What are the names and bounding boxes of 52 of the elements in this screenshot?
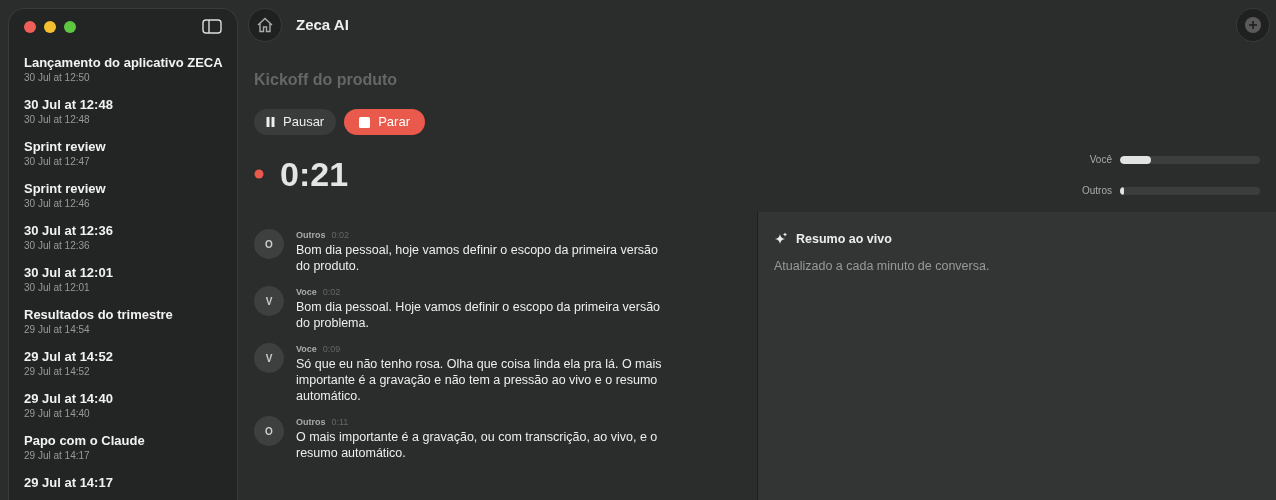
session-title[interactable]: Resultados do trimestre — [24, 306, 222, 323]
session-title[interactable]: 30 Jul at 12:36 — [24, 222, 222, 239]
message-text: Só que eu não tenho rosa. Olha que coisa linda ela pra lá. O mais importante é a gravação e não tem a pressão ao vivo e o resumo automático. — [296, 356, 663, 404]
speaker-name: Outros — [296, 417, 326, 427]
add-button[interactable] — [1236, 8, 1270, 42]
session-title[interactable]: 30 Jul at 12:01 — [24, 264, 222, 281]
pause-button[interactable]: Pausar — [254, 109, 337, 135]
session-date: 30 Jul at 12:47 — [24, 155, 91, 168]
avatar: O — [254, 229, 284, 259]
recording-dot-icon — [254, 169, 264, 179]
speaker-name: Voce — [296, 344, 317, 354]
meter-label: Você — [1088, 153, 1112, 167]
session-date: 30 Jul at 12:46 — [24, 197, 91, 210]
session-date: 29 Jul at 14:52 — [24, 365, 91, 378]
meter-label: Outros — [1081, 184, 1112, 198]
session-title[interactable]: Lançamento do aplicativo ZECA — [24, 54, 222, 71]
message-text: O mais importante é a gravação, ou com transcrição, ao vivo, e o resumo automático. — [296, 429, 659, 461]
session-date: 30 Jul at 12:36 — [24, 239, 91, 252]
session-date: 29 Jul at 14:54 — [24, 323, 91, 336]
stop-icon — [359, 116, 371, 128]
timer: 0:21 — [280, 157, 349, 191]
message-text: Bom dia pessoal, hoje vamos definir o escopo da primeira versão do produto. — [296, 242, 659, 274]
session-title[interactable]: Sprint review — [24, 180, 222, 197]
summary-subtitle: Atualizado a cada minuto de conversa. — [774, 257, 991, 275]
minimize-button[interactable] — [44, 20, 56, 33]
session-date: 29 Jul at 14:40 — [24, 407, 91, 420]
message-text: Bom dia pessoal. Hoje vamos definir o escopo da primeira versão do problema. — [296, 299, 662, 331]
pause-icon — [266, 117, 275, 127]
session-title[interactable]: 29 Jul at 14:40 — [24, 390, 222, 407]
session-title[interactable]: 29 Jul at 14:17 — [24, 474, 222, 491]
session-title[interactable]: 29 Jul at 14:52 — [24, 348, 222, 365]
avatar: O — [254, 416, 284, 446]
home-button[interactable] — [248, 8, 282, 42]
meeting-title: Kickoff do produto — [254, 70, 399, 90]
avatar: V — [254, 286, 284, 316]
home-icon — [256, 16, 274, 34]
app-title: Zeca AI — [296, 14, 349, 35]
session-title[interactable]: Sprint review — [24, 138, 222, 155]
speaker-name: Voce — [296, 287, 317, 297]
zoom-button[interactable] — [64, 20, 76, 33]
session-title[interactable]: Papo com o Claude — [24, 432, 222, 449]
avatar: V — [254, 343, 284, 373]
session-title[interactable]: 30 Jul at 12:48 — [24, 96, 222, 113]
session-date: 29 Jul at 14:17 — [24, 449, 91, 462]
speaker-name: Outros — [296, 230, 326, 240]
sidebar-toggle-icon[interactable] — [202, 19, 222, 34]
close-button[interactable] — [24, 20, 36, 33]
session-date: 30 Jul at 12:48 — [24, 113, 91, 126]
plus-icon — [1244, 16, 1262, 34]
session-date: 30 Jul at 12:01 — [24, 281, 91, 294]
summary-title: Resumo ao vivo — [796, 231, 892, 248]
session-date: 30 Jul at 12:50 — [24, 71, 91, 84]
